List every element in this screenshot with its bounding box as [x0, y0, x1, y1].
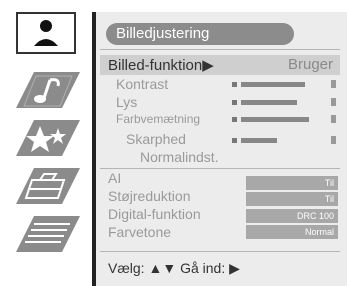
- menu-item-noise-reduction[interactable]: Støjreduktion: [108, 188, 190, 206]
- noise-reduction-value: Til: [246, 192, 338, 206]
- slider-start: [232, 117, 237, 122]
- tab-text[interactable]: [4, 212, 82, 256]
- sharpness-label: Skarphed: [126, 131, 186, 147]
- stars-icon: [16, 120, 80, 156]
- color-tone-value: Normal: [246, 225, 338, 239]
- tab-features[interactable]: [4, 116, 82, 160]
- divider: [100, 168, 340, 169]
- digital-value: DRC 100: [246, 209, 338, 223]
- slider-fill: [241, 100, 297, 105]
- tab-picture[interactable]: [16, 12, 76, 54]
- slider-start: [232, 138, 237, 143]
- slider-start: [232, 82, 237, 87]
- menu-title: Billedjustering: [106, 23, 294, 45]
- color-label: Farbvemætning: [116, 112, 201, 126]
- slider-fill: [241, 138, 277, 143]
- sharpness-slider[interactable]: [232, 136, 336, 144]
- brightness-label: Lys: [116, 94, 138, 110]
- footer-hint: Vælg: ▲▼ Gå ind: ▶: [108, 260, 240, 276]
- ai-value: Til: [246, 176, 338, 190]
- slider-fill: [241, 117, 309, 122]
- slider-end: [331, 115, 336, 123]
- settings-panel: [92, 12, 347, 286]
- color-tone-label: Farvetone: [108, 224, 172, 240]
- contrast-label: Kontrast: [116, 76, 169, 92]
- tab-sound[interactable]: [4, 68, 82, 112]
- person-icon: [34, 20, 58, 46]
- music-note-icon: [16, 72, 80, 108]
- panel-divider: [92, 12, 96, 286]
- divider: [100, 49, 340, 50]
- brightness-slider[interactable]: [232, 98, 336, 106]
- slider-fill: [241, 82, 305, 87]
- slider-end: [331, 136, 336, 144]
- slider-start: [232, 100, 237, 105]
- slider-end: [331, 80, 336, 88]
- color-slider[interactable]: [232, 115, 336, 123]
- menu-tabs: [0, 0, 92, 286]
- menu-item-digital[interactable]: Digital-funktion: [108, 206, 201, 224]
- contrast-slider[interactable]: [232, 80, 336, 88]
- digital-label: Digital-funktion: [108, 206, 201, 222]
- picture-mode-value: Bruger: [288, 56, 334, 73]
- picture-mode-label: Billed-funktion▶: [108, 57, 214, 74]
- briefcase-icon: [16, 168, 80, 204]
- noise-reduction-label: Støjreduktion: [108, 188, 191, 204]
- ai-label: AI: [108, 170, 122, 186]
- slider-end: [331, 98, 336, 106]
- menu-item-ai[interactable]: AI: [108, 170, 121, 188]
- tab-setup[interactable]: [4, 164, 82, 208]
- reset-label: Normalindst.: [140, 149, 219, 165]
- menu-item-color-tone[interactable]: Farvetone: [108, 224, 171, 242]
- menu-item-picture-mode[interactable]: Billed-funktion▶: [108, 56, 214, 74]
- text-lines-icon: [16, 216, 80, 252]
- divider: [100, 251, 340, 252]
